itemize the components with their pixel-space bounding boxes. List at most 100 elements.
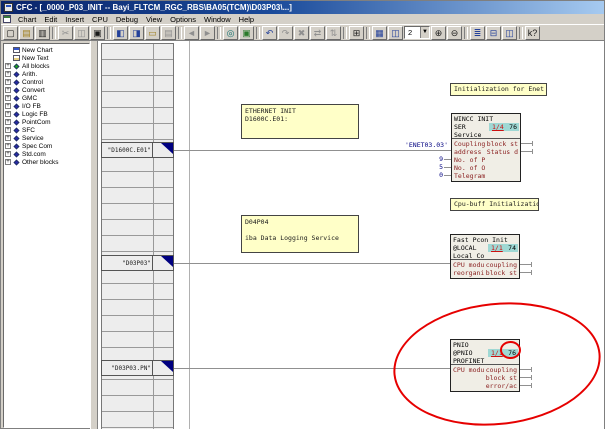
expand-icon[interactable]: + [5,135,11,141]
input-pin[interactable]: CPU modu [453,261,484,269]
toolbar-branch-button[interactable]: ⇅ [326,26,341,40]
menu-item-chart[interactable]: Chart [14,15,40,24]
menu-item-cpu[interactable]: CPU [88,15,112,24]
tree-item-arith[interactable]: +Arith. [5,70,89,78]
expand-icon[interactable]: + [5,71,11,77]
input-pin[interactable]: Coupling [454,140,485,148]
tree-item-std-com[interactable]: +Std.com [5,150,89,158]
tree-item-new-chart[interactable]: New Chart [5,46,89,54]
toolbar-cut-button[interactable]: ✂ [58,26,73,40]
tree-item-sfc[interactable]: +SFC [5,126,89,134]
input-value[interactable]: 5 [430,163,443,171]
menu-item-options[interactable]: Options [166,15,200,24]
block-wincc-init[interactable]: WINCC INIT SER Service 76 1/4 Couplingbl… [451,113,521,182]
toolbar-zoom-in-button[interactable]: ⊕ [431,26,446,40]
cfc-app-icon[interactable] [4,3,13,12]
chart-canvas[interactable]: "D1600C.E01" "D03P03" "D03P03.PN" ETHERN… [98,41,604,429]
tree-item-all-blocks[interactable]: +All blocks [5,62,89,70]
toolbar-overview-button[interactable]: ◨ [129,26,144,40]
input-pin[interactable]: address [454,148,481,156]
menu-item-window[interactable]: Window [200,15,235,24]
tree-item-other-blocks[interactable]: +Other blocks [5,158,89,166]
toolbar-find-button[interactable]: ◎ [223,26,238,40]
expand-icon[interactable]: + [5,87,11,93]
menu-item-insert[interactable]: Insert [61,15,88,24]
tree-item-gmc[interactable]: +GMC [5,94,89,102]
tree-item-control[interactable]: +Control [5,78,89,86]
toolbar-interconnect-button[interactable]: ⇄ [310,26,325,40]
output-pin[interactable]: block st [487,140,518,148]
block-fast-pcon-init[interactable]: Fast Pcon Init @LOCAL Local Co 74 1/1 CP… [450,234,520,279]
toolbar-margin-button[interactable]: ▤ [161,26,176,40]
tree-item-convert[interactable]: +Convert [5,86,89,94]
expand-icon[interactable]: + [5,127,11,133]
chevron-down-icon[interactable]: ▼ [420,27,429,38]
output-pin[interactable]: block st [486,269,517,277]
tree-item-service[interactable]: +Service [5,134,89,142]
toolbar-help-button[interactable]: k? [525,26,540,40]
toolbar-sheetbar-button[interactable]: ▭ [145,26,160,40]
toolbar-arrange-button[interactable]: ◫ [502,26,517,40]
input-pin[interactable]: No. of O [454,164,485,172]
comment-iba-data-logging[interactable]: D04P04 iba Data Logging Service [241,215,359,253]
toolbar-new-button[interactable]: ▢ [3,26,18,40]
toolbar-partition-button[interactable]: ◧ [113,26,128,40]
input-pin[interactable]: Telegram [454,172,485,180]
input-pin[interactable]: No. of P [454,156,485,164]
red-annotation-ellipse [387,292,604,429]
toolbar-undo-button[interactable]: ↶ [262,26,277,40]
wire[interactable] [174,263,450,264]
input-value[interactable]: 0 [430,171,443,179]
tree-item-logic-fb[interactable]: +Logic FB [5,110,89,118]
expand-icon[interactable]: + [5,95,11,101]
toolbar-sheet-frame-button[interactable]: ◫ [388,26,403,40]
output-pin[interactable]: coupling [486,261,517,269]
comment-ethernet-init[interactable]: ETHERNET INIT D1600C.E01: [241,104,359,139]
comment-initialization-for-enet[interactable]: Initialization for Enet [450,83,547,96]
menu-item-debug[interactable]: Debug [112,15,142,24]
toolbar-fullscreen-button[interactable]: ⊞ [349,26,364,40]
toolbar-cascade-button[interactable]: ≣ [470,26,485,40]
tree-item-label: New Chart [22,47,53,54]
chart-doc-icon[interactable] [3,15,11,23]
toolbar-back-button[interactable]: ◄ [184,26,199,40]
menu-item-edit[interactable]: Edit [40,15,61,24]
expand-icon[interactable]: + [5,79,11,85]
tree-item-io-fb[interactable]: +I/O FB [5,102,89,110]
sheet-connector-d03p03-pn[interactable]: "D03P03.PN" [101,360,174,376]
expand-icon[interactable]: + [5,159,11,165]
tree-item-pointcom[interactable]: +PointCom [5,118,89,126]
wire[interactable] [174,150,451,151]
toolbar-separator [52,27,56,39]
sheet-connector-d03p03[interactable]: "D03P03" [101,255,174,271]
comment-cpu-buff-init[interactable]: Cpu-buff Initialization [450,198,539,211]
toolbar-grid-button[interactable]: ▦ [372,26,387,40]
expand-icon[interactable]: + [5,151,11,157]
toolbar-paste-button[interactable]: ▣ [90,26,105,40]
expand-icon[interactable]: + [5,63,11,69]
tree-item-new-text[interactable]: New Text [5,54,89,62]
menu-item-view[interactable]: View [142,15,166,24]
toolbar-tile-button[interactable]: ⊟ [486,26,501,40]
toolbar-redo-button[interactable]: ↷ [278,26,293,40]
toolbar-delete-button[interactable]: ✖ [294,26,309,40]
tree-item-spec-com[interactable]: +Spec Com [5,142,89,150]
interconnection-reference[interactable]: 'ENET03.03' [386,141,448,149]
expand-icon[interactable]: + [5,103,11,109]
expand-icon[interactable]: + [5,143,11,149]
menu-item-help[interactable]: Help [235,15,258,24]
toolbar-insert-block-button[interactable]: ▣ [239,26,254,40]
input-pin[interactable]: reorgani [453,269,484,277]
zoom-combo[interactable]: 2 ▼ [404,26,430,39]
panel-splitter[interactable] [90,41,98,429]
toolbar-zoom-out-button[interactable]: ⊖ [447,26,462,40]
toolbar-print-button[interactable]: ▥ [35,26,50,40]
toolbar-forward-button[interactable]: ► [200,26,215,40]
sheet-connector-d1600c-e01[interactable]: "D1600C.E01" [101,142,174,158]
output-pin[interactable]: Status d [487,148,518,156]
input-value[interactable]: 9 [430,155,443,163]
toolbar-open-button[interactable]: ▤ [19,26,34,40]
expand-icon[interactable]: + [5,111,11,117]
toolbar-copy-button[interactable]: ◫ [74,26,89,40]
expand-icon[interactable]: + [5,119,11,125]
